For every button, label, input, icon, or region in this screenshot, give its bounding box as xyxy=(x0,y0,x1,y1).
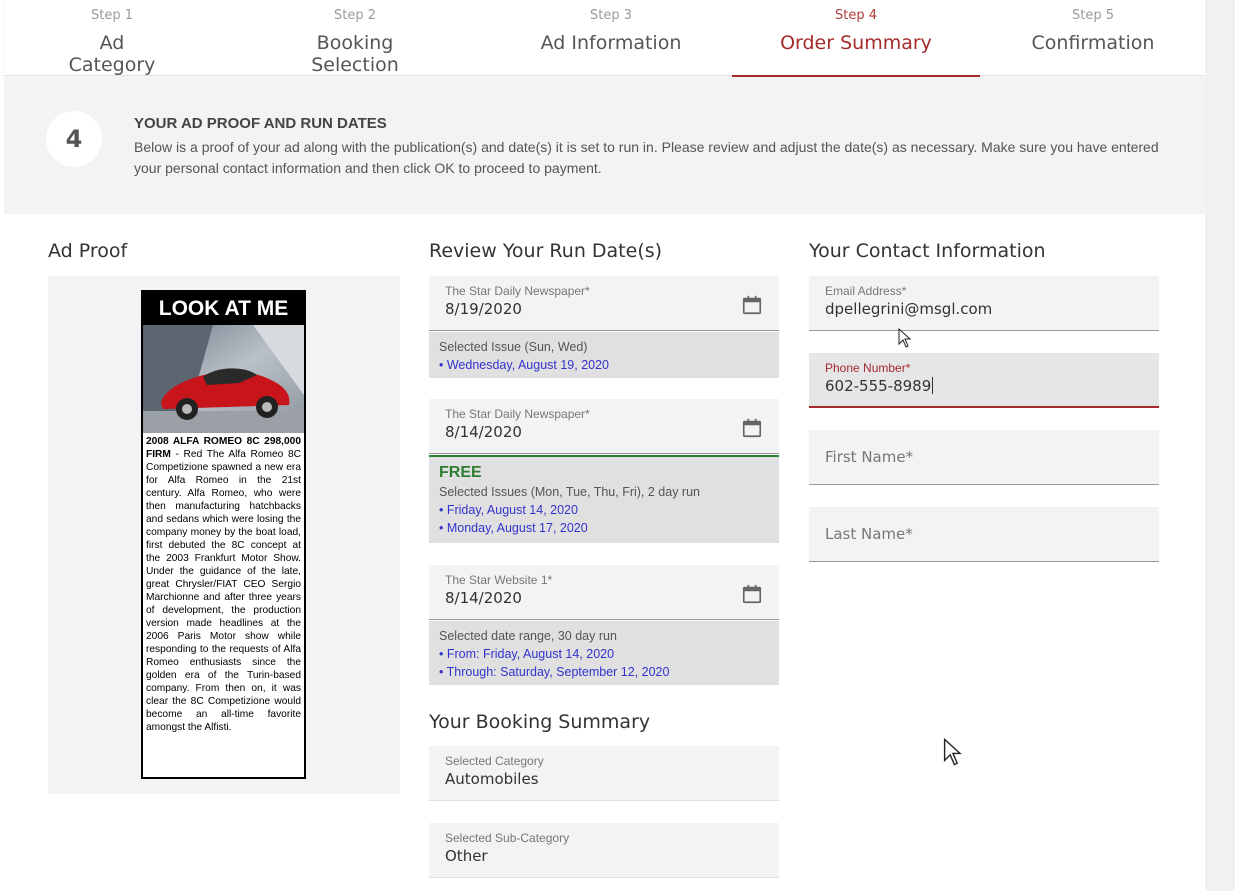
phone-field[interactable]: Phone Number* 602-555-8989 xyxy=(809,353,1159,408)
booking-page: Step 1 Ad Category Step 2 Booking Select… xyxy=(4,0,1205,891)
car-photo xyxy=(143,325,304,433)
booking-summary-heading: Your Booking Summary xyxy=(429,711,651,733)
step-confirmation[interactable]: Step 5 Confirmation xyxy=(1030,0,1156,76)
field-label: Selected Sub-Category xyxy=(445,831,570,845)
step-number: Step 4 xyxy=(834,8,877,23)
step-title: Order Summary xyxy=(780,32,932,54)
field-value: dpellegrini@msgl.com xyxy=(825,300,993,318)
run-dates-heading: Review Your Run Date(s) xyxy=(429,240,663,262)
step-number: Step 5 xyxy=(1071,8,1114,23)
step-title: Booking Selection xyxy=(311,32,399,76)
field-value: Other xyxy=(445,847,488,865)
text-caret xyxy=(932,377,934,394)
free-badge: FREE xyxy=(439,464,482,481)
email-field[interactable]: Email Address* dpellegrini@msgl.com xyxy=(809,276,1159,331)
calendar-icon[interactable] xyxy=(741,583,763,605)
mouse-pointer-icon xyxy=(898,328,912,348)
step-number: Step 2 xyxy=(333,8,376,23)
step-title: Ad Information xyxy=(540,32,682,54)
step-number: Step 1 xyxy=(90,8,133,23)
issue-summary: Selected Issue (Sun, Wed) xyxy=(439,340,588,354)
ad-proof-panel: LOOK AT ME 2008 ALFA ROMEO 8C 298,000 FI… xyxy=(48,276,400,794)
contact-heading: Your Contact Information xyxy=(809,240,1046,262)
ad-body: 2008 ALFA ROMEO 8C 298,000 FIRM - Red Th… xyxy=(143,433,304,736)
issue-date: • From: Friday, August 14, 2020 xyxy=(439,647,615,661)
instructions-panel: 4 YOUR AD PROOF AND RUN DATES Below is a… xyxy=(4,77,1205,214)
field-label: The Star Website 1* xyxy=(445,573,553,587)
issue-date: • Wednesday, August 19, 2020 xyxy=(439,358,610,372)
instructions-title: YOUR AD PROOF AND RUN DATES xyxy=(134,115,387,132)
field-placeholder: First Name* xyxy=(825,448,914,466)
field-value: 602-555-8989 xyxy=(825,377,932,395)
issue-summary: Selected Issues (Mon, Tue, Thu, Fri), 2 … xyxy=(439,485,700,499)
field-value: Automobiles xyxy=(445,770,539,788)
stepper: Step 1 Ad Category Step 2 Booking Select… xyxy=(4,0,1205,77)
field-value-wrap: 602-555-8989 xyxy=(825,377,934,395)
first-name-field[interactable]: First Name* xyxy=(809,430,1159,485)
field-label: The Star Daily Newspaper* xyxy=(445,407,590,421)
instructions-text: Below is a proof of your ad along with t… xyxy=(134,139,1159,176)
issue-date: • Monday, August 17, 2020 xyxy=(439,521,588,535)
field-placeholder: Last Name* xyxy=(825,525,913,543)
car-image-icon xyxy=(143,325,304,433)
field-label: Selected Category xyxy=(445,754,544,768)
mouse-pointer-icon xyxy=(943,738,962,766)
issue-date: • Through: Saturday, September 12, 2020 xyxy=(439,665,670,679)
selected-subcategory-field: Selected Sub-Category Other xyxy=(429,823,779,878)
issue-date: • Friday, August 14, 2020 xyxy=(439,503,578,517)
selected-category-field: Selected Category Automobiles xyxy=(429,746,779,801)
step-order-summary[interactable]: Step 4 Order Summary xyxy=(732,0,980,77)
step-booking-selection[interactable]: Step 2 Booking Selection xyxy=(270,0,440,76)
field-label: Email Address* xyxy=(825,284,907,298)
issue-summary: Selected date range, 30 day run xyxy=(439,629,617,643)
calendar-icon[interactable] xyxy=(741,417,763,439)
run-date-field-2[interactable]: The Star Daily Newspaper* 8/14/2020 xyxy=(429,399,779,454)
step-number: Step 3 xyxy=(589,8,632,23)
last-name-field[interactable]: Last Name* xyxy=(809,507,1159,562)
field-value: 8/14/2020 xyxy=(445,589,522,607)
step-number-badge: 4 xyxy=(46,111,102,167)
step-ad-information[interactable]: Step 3 Ad Information xyxy=(540,0,682,76)
field-label: Phone Number* xyxy=(825,361,911,375)
ad-description: - Red The Alfa Romeo 8C Competizione spa… xyxy=(146,449,301,733)
run-date-details-3: Selected date range, 30 day run • From: … xyxy=(429,621,779,685)
step-title: Ad Category xyxy=(68,32,156,76)
field-value: 8/14/2020 xyxy=(445,423,522,441)
ad-header: LOOK AT ME xyxy=(143,292,304,325)
step-ad-category[interactable]: Step 1 Ad Category xyxy=(56,0,168,76)
field-label: The Star Daily Newspaper* xyxy=(445,284,590,298)
ad-proof: LOOK AT ME 2008 ALFA ROMEO 8C 298,000 FI… xyxy=(141,290,306,779)
run-date-field-1[interactable]: The Star Daily Newspaper* 8/19/2020 xyxy=(429,276,779,331)
scrollbar-track[interactable] xyxy=(1205,0,1235,891)
field-value: 8/19/2020 xyxy=(445,300,522,318)
calendar-icon[interactable] xyxy=(741,294,763,316)
run-date-details-1: Selected Issue (Sun, Wed) • Wednesday, A… xyxy=(429,332,779,378)
run-date-field-3[interactable]: The Star Website 1* 8/14/2020 xyxy=(429,565,779,620)
ad-proof-heading: Ad Proof xyxy=(48,240,128,262)
step-title: Confirmation xyxy=(1031,32,1155,54)
run-date-details-2: FREE Selected Issues (Mon, Tue, Thu, Fri… xyxy=(429,455,779,543)
